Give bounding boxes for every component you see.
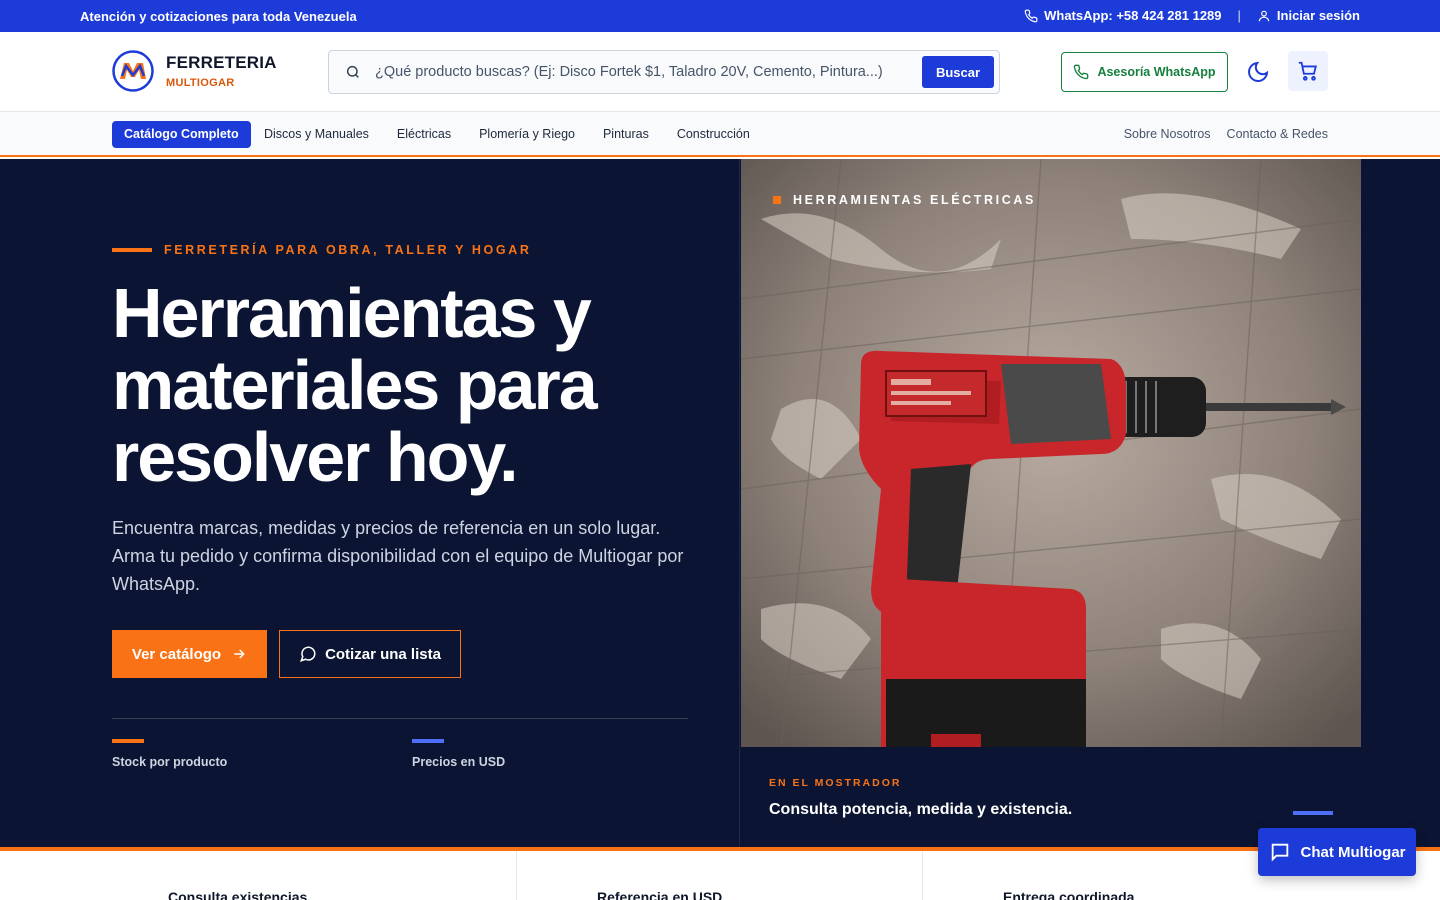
quote-list-button[interactable]: Cotizar una lista: [279, 630, 461, 678]
cart-button[interactable]: [1288, 51, 1328, 91]
nav-contact[interactable]: Contacto & Redes: [1227, 127, 1328, 141]
brand-subtitle: MULTIOGAR: [166, 77, 235, 89]
hero-eyebrow-text: FERRETERÍA PARA OBRA, TALLER Y HOGAR: [164, 243, 532, 257]
hero-lead: Encuentra marcas, medidas y precios de r…: [112, 518, 684, 594]
topbar-separator: |: [1237, 8, 1241, 23]
phone-icon: [1074, 64, 1089, 80]
phone-icon: [1024, 9, 1038, 22]
feature-title: Referencia en USD: [597, 889, 723, 900]
hero-eyebrow: FERRETERÍA PARA OBRA, TALLER Y HOGAR: [112, 243, 531, 257]
search-input[interactable]: [375, 64, 905, 80]
stat-usd-label: Precios en USD: [412, 755, 506, 769]
chat-button[interactable]: Chat Multiogar: [1258, 828, 1416, 876]
search-icon: [346, 65, 359, 78]
feature-item: Consulta existencias: [0, 851, 517, 900]
chat-label: Chat Multiogar: [1300, 843, 1406, 861]
hero-section: FERRETERÍA PARA OBRA, TALLER Y HOGAR Her…: [0, 159, 1440, 847]
search-button[interactable]: Buscar: [922, 56, 994, 88]
cart-icon: [1298, 61, 1317, 81]
product-showcase: HERRAMIENTAS ELÉCTRICAS EN EL MOSTRADOR …: [739, 159, 1361, 847]
brand-name: FERRETERIA: [166, 53, 277, 72]
drill-illustration: [741, 159, 1361, 747]
announcement: Atención y cotizaciones para toda Venezu…: [80, 9, 357, 24]
stat-mark: [412, 739, 444, 743]
chat-icon: [1271, 843, 1288, 862]
arrow-right-icon: [234, 649, 245, 659]
category-nav: Catálogo Completo Discos y Manuales Eléc…: [0, 112, 1440, 157]
nav-item-pinturas[interactable]: Pinturas: [603, 127, 649, 141]
top-bar: Atención y cotizaciones para toda Venezu…: [0, 0, 1440, 32]
whatsapp-advice-button[interactable]: Asesoría WhatsApp: [1061, 52, 1228, 92]
quote-list-label: Cotizar una lista: [325, 645, 441, 663]
feature-title: Entrega coordinada: [1003, 889, 1135, 900]
whatsapp-link[interactable]: WhatsApp: +58 424 281 1289: [1024, 8, 1222, 23]
caption-text: Consulta potencia, medida y existencia.: [769, 801, 1073, 818]
login-link[interactable]: Iniciar sesión: [1257, 8, 1360, 23]
nav-item-electricas[interactable]: Eléctricas: [397, 127, 451, 141]
eyebrow-bar: [112, 248, 152, 252]
moon-icon[interactable]: [1246, 60, 1270, 84]
feature-item: Referencia en USD: [517, 851, 923, 900]
features-strip: Consulta existencias Referencia en USD E…: [0, 851, 1440, 900]
caption-label: EN EL MOSTRADOR: [769, 777, 902, 789]
chat-bubble-icon: [300, 646, 316, 662]
stat-stock: Stock por producto: [112, 739, 227, 769]
nav-item-discos[interactable]: Discos y Manuales: [264, 127, 369, 141]
view-catalog-label: Ver catálogo: [131, 645, 222, 663]
stat-stock-label: Stock por producto: [112, 755, 228, 769]
nav-about[interactable]: Sobre Nosotros: [1124, 127, 1211, 141]
tag-dot: [773, 196, 781, 204]
showcase-caption: EN EL MOSTRADOR Consulta potencia, medid…: [769, 777, 1072, 819]
view-catalog-button[interactable]: Ver catálogo: [112, 630, 267, 678]
feature-title: Consulta existencias: [168, 889, 308, 900]
whatsapp-number: WhatsApp: +58 424 281 1289: [1044, 8, 1222, 23]
hero-title: Herramientas y materiales para resolver …: [112, 274, 598, 496]
whatsapp-advice-label: Asesoría WhatsApp: [1097, 65, 1216, 79]
drill-photo: HERRAMIENTAS ELÉCTRICAS: [741, 159, 1361, 747]
hero-divider: [112, 718, 688, 719]
caption-mark: [1293, 811, 1333, 815]
user-icon: [1258, 10, 1270, 21]
site-header: FERRETERIA MULTIOGAR Buscar Asesoría Wha…: [0, 32, 1440, 112]
photo-tag-text: HERRAMIENTAS ELÉCTRICAS: [793, 193, 1036, 207]
stat-mark: [112, 739, 144, 743]
logo[interactable]: FERRETERIA MULTIOGAR: [112, 50, 277, 92]
nav-item-construccion[interactable]: Construcción: [677, 127, 750, 141]
login-label: Iniciar sesión: [1276, 8, 1360, 23]
search-bar: Buscar: [328, 50, 1000, 94]
stat-usd: Precios en USD: [412, 739, 505, 769]
logo-mark-icon: [112, 50, 154, 92]
photo-tag: HERRAMIENTAS ELÉCTRICAS: [773, 193, 1036, 207]
nav-item-plomeria[interactable]: Plomería y Riego: [479, 127, 575, 141]
nav-catalog-complete[interactable]: Catálogo Completo: [112, 121, 251, 148]
